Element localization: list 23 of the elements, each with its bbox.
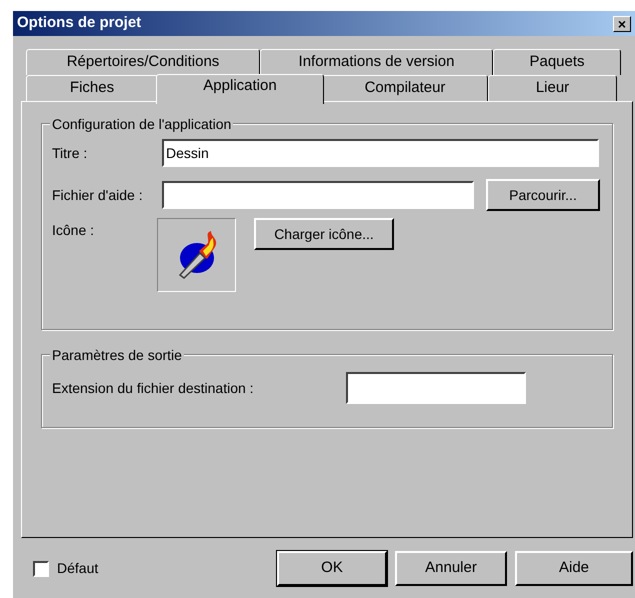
field-label: Fichier d'aide : xyxy=(52,186,144,204)
window-title: Options de projet xyxy=(17,13,142,34)
checkbox-label[interactable]: Défaut xyxy=(57,558,98,579)
tab[interactable]: Informations de version xyxy=(260,49,493,75)
tab[interactable]: Compilateur xyxy=(322,75,488,101)
field-label: Titre : xyxy=(52,144,88,162)
title-field[interactable]: Dessin xyxy=(162,139,599,167)
close-button[interactable]: × xyxy=(613,16,631,32)
tab[interactable]: Paquets xyxy=(493,49,621,75)
extension-field[interactable] xyxy=(346,372,526,404)
help-file-field[interactable] xyxy=(162,181,474,209)
dialog-button[interactable]: OK xyxy=(277,551,387,586)
tab[interactable]: Répertoires/Conditions xyxy=(26,49,260,75)
load-icon-button[interactable]: Charger icône... xyxy=(254,218,394,250)
dialog-button[interactable]: Annuler xyxy=(395,551,507,586)
tab[interactable]: Fiches xyxy=(26,75,158,101)
tab[interactable]: Application xyxy=(156,74,324,104)
field-label: Icône : xyxy=(52,221,96,240)
browse-button[interactable]: Parcourir... xyxy=(486,179,600,211)
field-label: Extension du fichier destination : xyxy=(52,378,255,398)
checkbox[interactable] xyxy=(33,560,49,576)
tab[interactable]: Lieur xyxy=(488,75,617,101)
dialog-button[interactable]: Aide xyxy=(515,551,633,586)
